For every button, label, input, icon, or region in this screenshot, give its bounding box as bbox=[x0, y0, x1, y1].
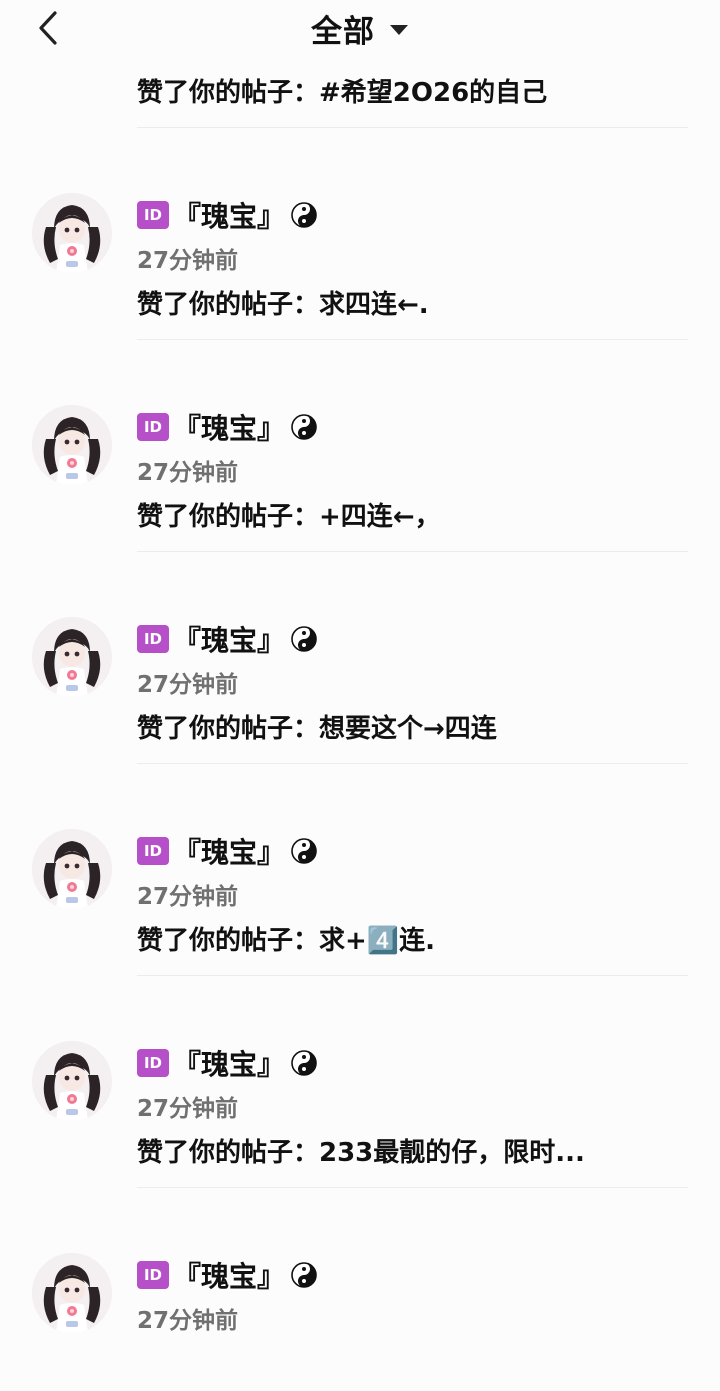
timestamp: 27分钟前 bbox=[137, 884, 239, 910]
avatar[interactable] bbox=[32, 405, 112, 485]
yin-yang-icon bbox=[291, 626, 317, 652]
user-name-row[interactable]: ID 『瑰宝』 bbox=[137, 621, 317, 657]
notification-list: ID 『瑰宝』 27分钟前 赞了你的帖子：#希望2O26的自己 ID 『瑰宝』 … bbox=[0, 0, 720, 1391]
list-item[interactable]: ID 『瑰宝』 27分钟前 赞了你的帖子：+四连←， bbox=[0, 295, 720, 552]
user-name: 『瑰宝』 bbox=[173, 1048, 286, 1081]
avatar[interactable] bbox=[32, 829, 112, 909]
timestamp: 27分钟前 bbox=[137, 1308, 239, 1334]
user-name-row[interactable]: ID 『瑰宝』 bbox=[137, 833, 317, 869]
id-badge: ID bbox=[137, 837, 169, 865]
user-name-row[interactable]: ID 『瑰宝』 bbox=[137, 1257, 317, 1293]
yin-yang-icon bbox=[291, 1050, 317, 1076]
yin-yang-icon bbox=[291, 1262, 317, 1288]
user-name: 『瑰宝』 bbox=[173, 200, 286, 233]
list-item[interactable]: ID 『瑰宝』 27分钟前 赞了你的帖子：求+4️⃣连. bbox=[0, 719, 720, 976]
timestamp: 27分钟前 bbox=[137, 672, 239, 698]
avatar[interactable] bbox=[32, 1253, 112, 1333]
id-badge: ID bbox=[137, 625, 169, 653]
timestamp: 27分钟前 bbox=[137, 248, 239, 274]
list-item[interactable]: ID 『瑰宝』 27分钟前 赞了你的帖子：想要这个→四连 bbox=[0, 507, 720, 764]
id-badge: ID bbox=[137, 201, 169, 229]
avatar[interactable] bbox=[32, 193, 112, 273]
avatar[interactable] bbox=[32, 617, 112, 697]
user-name: 『瑰宝』 bbox=[173, 412, 286, 445]
user-name-row[interactable]: ID 『瑰宝』 bbox=[137, 197, 317, 233]
caret-down-icon bbox=[389, 23, 409, 37]
yin-yang-icon bbox=[291, 414, 317, 440]
id-badge: ID bbox=[137, 1049, 169, 1077]
yin-yang-icon bbox=[291, 202, 317, 228]
timestamp: 27分钟前 bbox=[137, 1096, 239, 1122]
top-bar: 全部 bbox=[0, 0, 720, 76]
id-badge: ID bbox=[137, 413, 169, 441]
user-name: 『瑰宝』 bbox=[173, 836, 286, 869]
filter-dropdown[interactable]: 全部 bbox=[0, 6, 720, 50]
user-name-row[interactable]: ID 『瑰宝』 bbox=[137, 1045, 317, 1081]
list-item[interactable]: ID 『瑰宝』 27分钟前 赞了你的帖子：求四连←. bbox=[0, 83, 720, 340]
id-badge: ID bbox=[137, 1261, 169, 1289]
avatar[interactable] bbox=[32, 1041, 112, 1121]
user-name: 『瑰宝』 bbox=[173, 624, 286, 657]
list-item[interactable]: ID 『瑰宝』 27分钟前 赞了你的帖子：233最靓的仔，限时... bbox=[0, 931, 720, 1188]
page-title: 全部 bbox=[311, 13, 375, 50]
yin-yang-icon bbox=[291, 838, 317, 864]
user-name-row[interactable]: ID 『瑰宝』 bbox=[137, 409, 317, 445]
timestamp: 27分钟前 bbox=[137, 460, 239, 486]
list-item[interactable]: ID 『瑰宝』 27分钟前 bbox=[0, 1143, 720, 1355]
user-name: 『瑰宝』 bbox=[173, 1260, 286, 1293]
